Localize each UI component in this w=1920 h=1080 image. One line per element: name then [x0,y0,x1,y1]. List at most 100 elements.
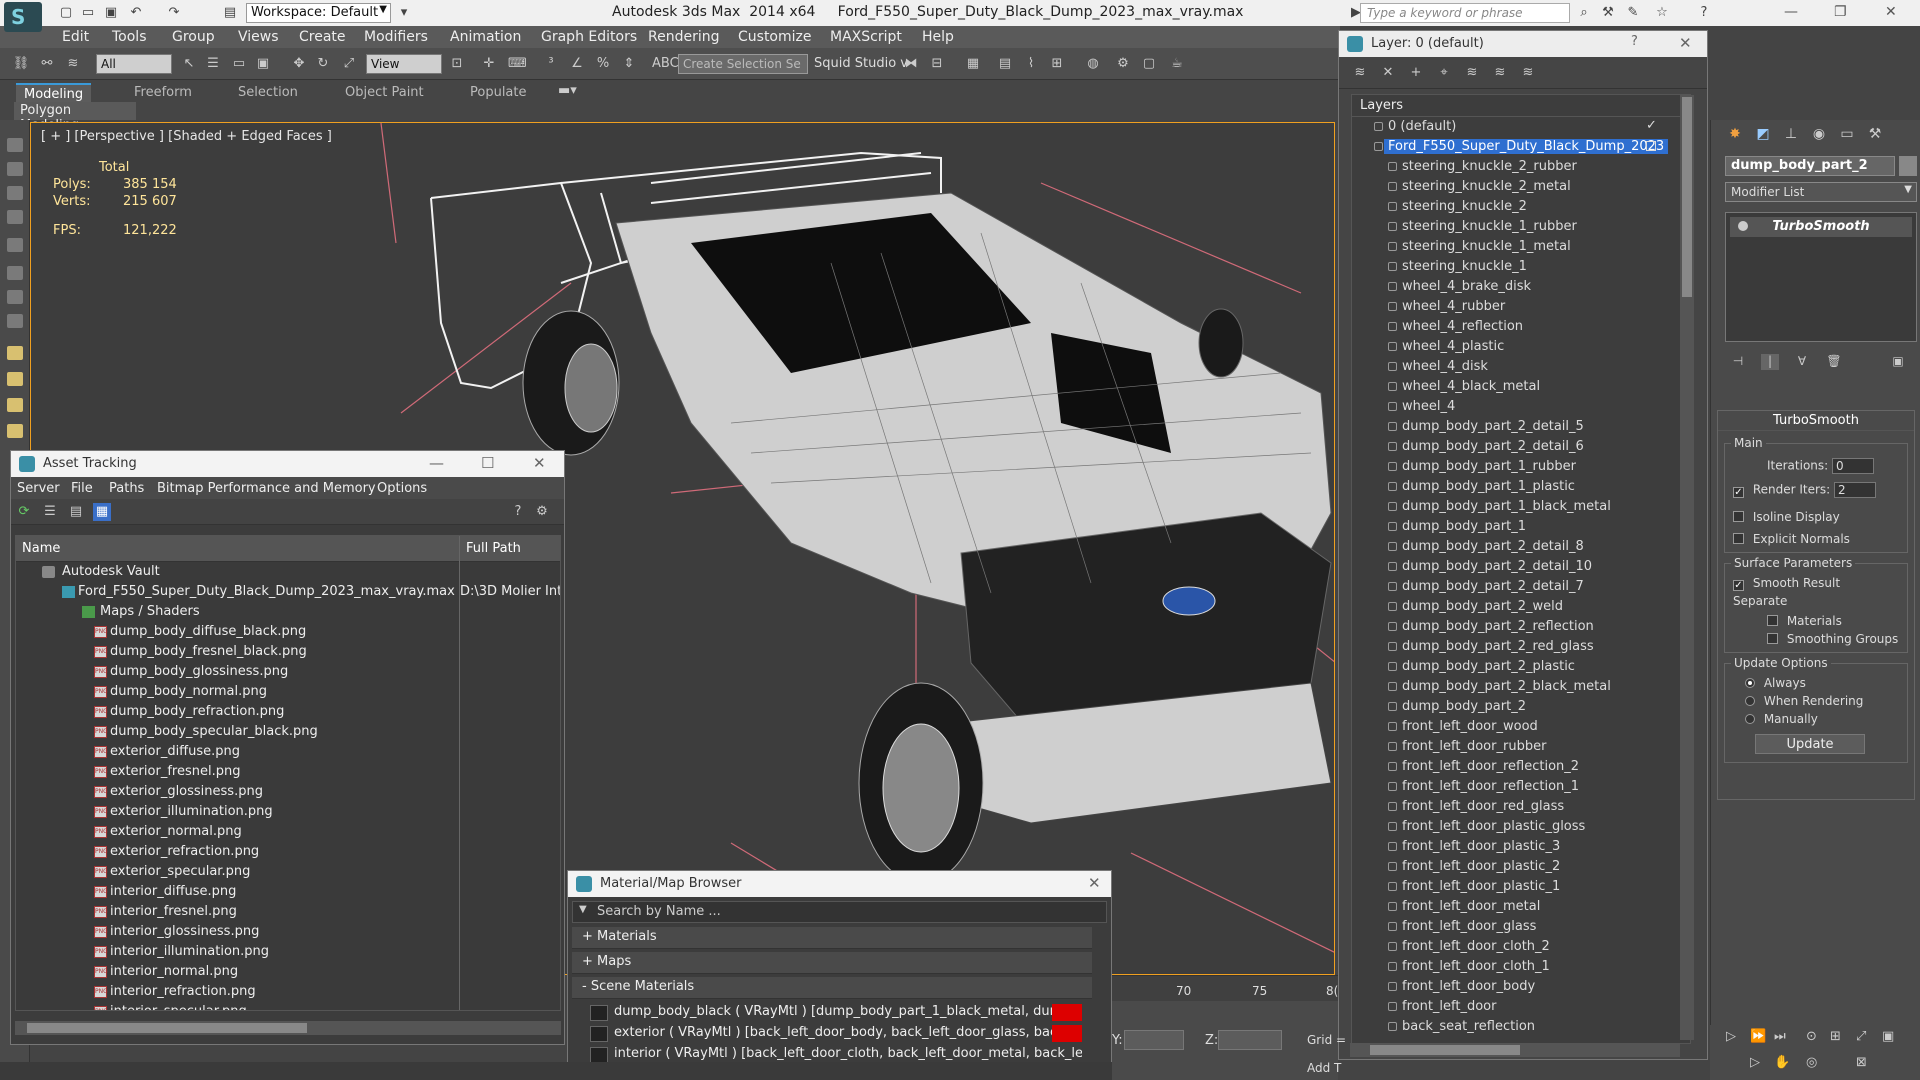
layer-object-item[interactable]: dump_body_part_2_detail_5 [1352,417,1690,437]
move-icon[interactable]: ✥ [290,55,308,73]
modifier-stack-item[interactable]: TurboSmooth [1730,217,1912,237]
map-file-row[interactable]: PNG interior_fresnel.png [16,902,560,922]
pan-view-icon[interactable]: ✋ [1774,1055,1790,1070]
map-file-row[interactable]: PNG interior_glossiness.png [16,922,560,942]
map-file-row[interactable]: PNG exterior_illumination.png [16,802,560,822]
z-coordinate-field[interactable] [1218,1030,1282,1050]
next-frame-icon[interactable]: ⏩ [1750,1029,1766,1044]
materials-category[interactable]: + Materials [572,927,1092,949]
mirror-icon[interactable]: ⧓ [902,55,920,73]
column-name[interactable]: Name [22,541,60,556]
map-file-row[interactable]: PNG exterior_refraction.png [16,842,560,862]
field-of-view-icon[interactable]: ▷ [1750,1055,1760,1070]
menu-graph-editors[interactable]: Graph Editors [541,29,637,45]
percent-snap-icon[interactable]: % [594,55,612,73]
scale-icon[interactable]: ⤢ [340,55,358,73]
map-file-row[interactable]: PNG dump_body_glossiness.png [16,662,560,682]
asset-horizontal-scrollbar[interactable] [15,1021,561,1035]
select-by-name-icon[interactable]: ☰ [204,55,222,73]
thumbnail-view-icon[interactable]: ▤ [67,503,85,521]
ribbon-tab-populate[interactable]: Populate [462,83,535,103]
viewport-tool-icon[interactable] [7,162,23,176]
help-icon[interactable]: ? [1631,34,1638,49]
restore-icon[interactable]: ❐ [1834,4,1847,20]
manually-row[interactable]: Manually [1745,712,1818,726]
smooth-result-checkbox[interactable]: ✓ [1733,580,1744,591]
scene-file-row[interactable]: Ford_F550_Super_Duty_Black_Dump_2023_max… [16,582,560,602]
pin-stack-icon[interactable]: ⊣ [1729,354,1747,370]
layer-object-item[interactable]: dump_body_part_2_detail_7 [1352,577,1690,597]
refresh-icon[interactable]: ⟳ [15,503,33,521]
ribbon-options-icon[interactable]: ▬▾ [558,82,577,100]
layer-object-item[interactable]: wheel_4_black_metal [1352,377,1690,397]
layer-object-item[interactable]: back_seat_reflection [1352,1017,1690,1037]
scene-material-item[interactable]: dump_body_black ( VRayMtl ) [dump_body_p… [572,1002,1082,1023]
maps-category[interactable]: + Maps [572,952,1092,974]
layer-object-item[interactable]: front_left_door_plastic_2 [1352,857,1690,877]
schematic-view-icon[interactable]: ⊞ [1048,55,1066,73]
material-search-input[interactable]: ▼ Search by Name ... [572,901,1107,923]
layer-object-item[interactable]: dump_body_part_2_red_glass [1352,637,1690,657]
close-icon[interactable]: ✕ [533,454,546,472]
layer-object-item[interactable]: dump_body_part_2_reflection [1352,617,1690,637]
ribbon-tab-freeform[interactable]: Freeform [126,83,200,103]
map-file-row[interactable]: PNG interior_illumination.png [16,942,560,962]
asset-tracking-titlebar[interactable]: Asset Tracking — ☐ ✕ [11,451,564,477]
graphite-tools-icon[interactable]: ▤ [996,55,1014,73]
map-file-row[interactable]: PNG interior_refraction.png [16,982,560,1002]
zoom-all-icon[interactable]: ⤢ [1856,1029,1866,1044]
scene-materials-category[interactable]: - Scene Materials [572,977,1092,999]
favorites-star-icon[interactable]: ☆ [1654,5,1670,21]
select-objects-icon[interactable]: ⌖ [1435,64,1453,82]
render-iters-spinner[interactable]: 2 [1834,482,1877,498]
rendered-frame-icon[interactable]: ▢ [1140,55,1158,73]
when-rendering-row[interactable]: When Rendering [1745,694,1863,708]
map-file-row[interactable]: PNG dump_body_fresnel_black.png [16,642,560,662]
minimize-icon[interactable]: — [429,454,444,472]
smooth-result-row[interactable]: ✓ Smooth Result [1733,576,1840,591]
viewport-tool-icon[interactable] [7,314,23,328]
menu-animation[interactable]: Animation [450,29,521,45]
render-production-icon[interactable]: ☕ [1168,55,1186,73]
add-time-tag-label[interactable]: Add T [1307,1061,1341,1075]
subscription-icon[interactable]: ⚒ [1600,5,1616,21]
utilities-tab-icon[interactable]: ⚒ [1865,126,1885,144]
layer-manager-icon[interactable]: ▦ [964,55,982,73]
render-setup-icon[interactable]: ⚙ [1114,55,1132,73]
layer-object-item[interactable]: front_left_door_rubber [1352,737,1690,757]
curve-editor-icon[interactable]: ⌇ [1022,55,1040,73]
map-file-row[interactable]: PNG exterior_glossiness.png [16,782,560,802]
layer-object-item[interactable]: dump_body_part_1 [1352,517,1690,537]
undo-icon[interactable]: ↶ [128,5,144,21]
layer-object-item[interactable]: dump_body_part_2_detail_6 [1352,437,1690,457]
ribbon-tab-selection[interactable]: Selection [230,83,306,103]
always-row[interactable]: Always [1745,676,1806,690]
remove-modifier-icon[interactable]: 🗑 [1825,354,1843,370]
add-to-layer-icon[interactable]: + [1407,64,1425,82]
layer-object-item[interactable]: wheel_4_rubber [1352,297,1690,317]
list-view-icon[interactable]: ☰ [41,503,59,521]
layer-object-item[interactable]: front_left_door_reflection_2 [1352,757,1690,777]
viewport-tool-icon[interactable] [7,346,23,360]
layer-object-item[interactable]: wheel_4_reflection [1352,317,1690,337]
layer-manager-titlebar[interactable]: Layer: 0 (default) ? ✕ [1339,31,1707,57]
always-radio[interactable] [1745,678,1755,688]
modifier-list-dropdown[interactable]: Modifier List ▼ [1725,182,1917,202]
zoom-extents-icon[interactable]: ⊞ [1830,1029,1841,1044]
angle-snap-icon[interactable]: ∠ [568,55,586,73]
layer-object-item[interactable]: front_left_door_reflection_1 [1352,777,1690,797]
layer-object-item[interactable]: front_left_door_plastic_3 [1352,837,1690,857]
close-icon[interactable]: ✕ [1885,4,1897,20]
workspace-dropdown[interactable]: Workspace: Default ▼ [246,3,391,23]
binoculars-icon[interactable]: ⌕ [1576,5,1592,21]
show-end-result-icon[interactable]: | [1761,354,1779,370]
create-layer-icon[interactable]: ≋ [1351,64,1369,82]
chevron-down-icon[interactable]: ▾ [396,5,412,21]
make-unique-icon[interactable]: ∀ [1793,354,1811,370]
layer-object-item[interactable]: front_left_door_cloth_1 [1352,957,1690,977]
display-tab-icon[interactable]: ▭ [1837,126,1857,144]
layer-object-item[interactable]: steering_knuckle_1_rubber [1352,217,1690,237]
map-file-row[interactable]: PNG interior_normal.png [16,962,560,982]
orbit-icon[interactable]: ◎ [1806,1055,1817,1070]
layer-object-item[interactable]: dump_body_part_1_rubber [1352,457,1690,477]
